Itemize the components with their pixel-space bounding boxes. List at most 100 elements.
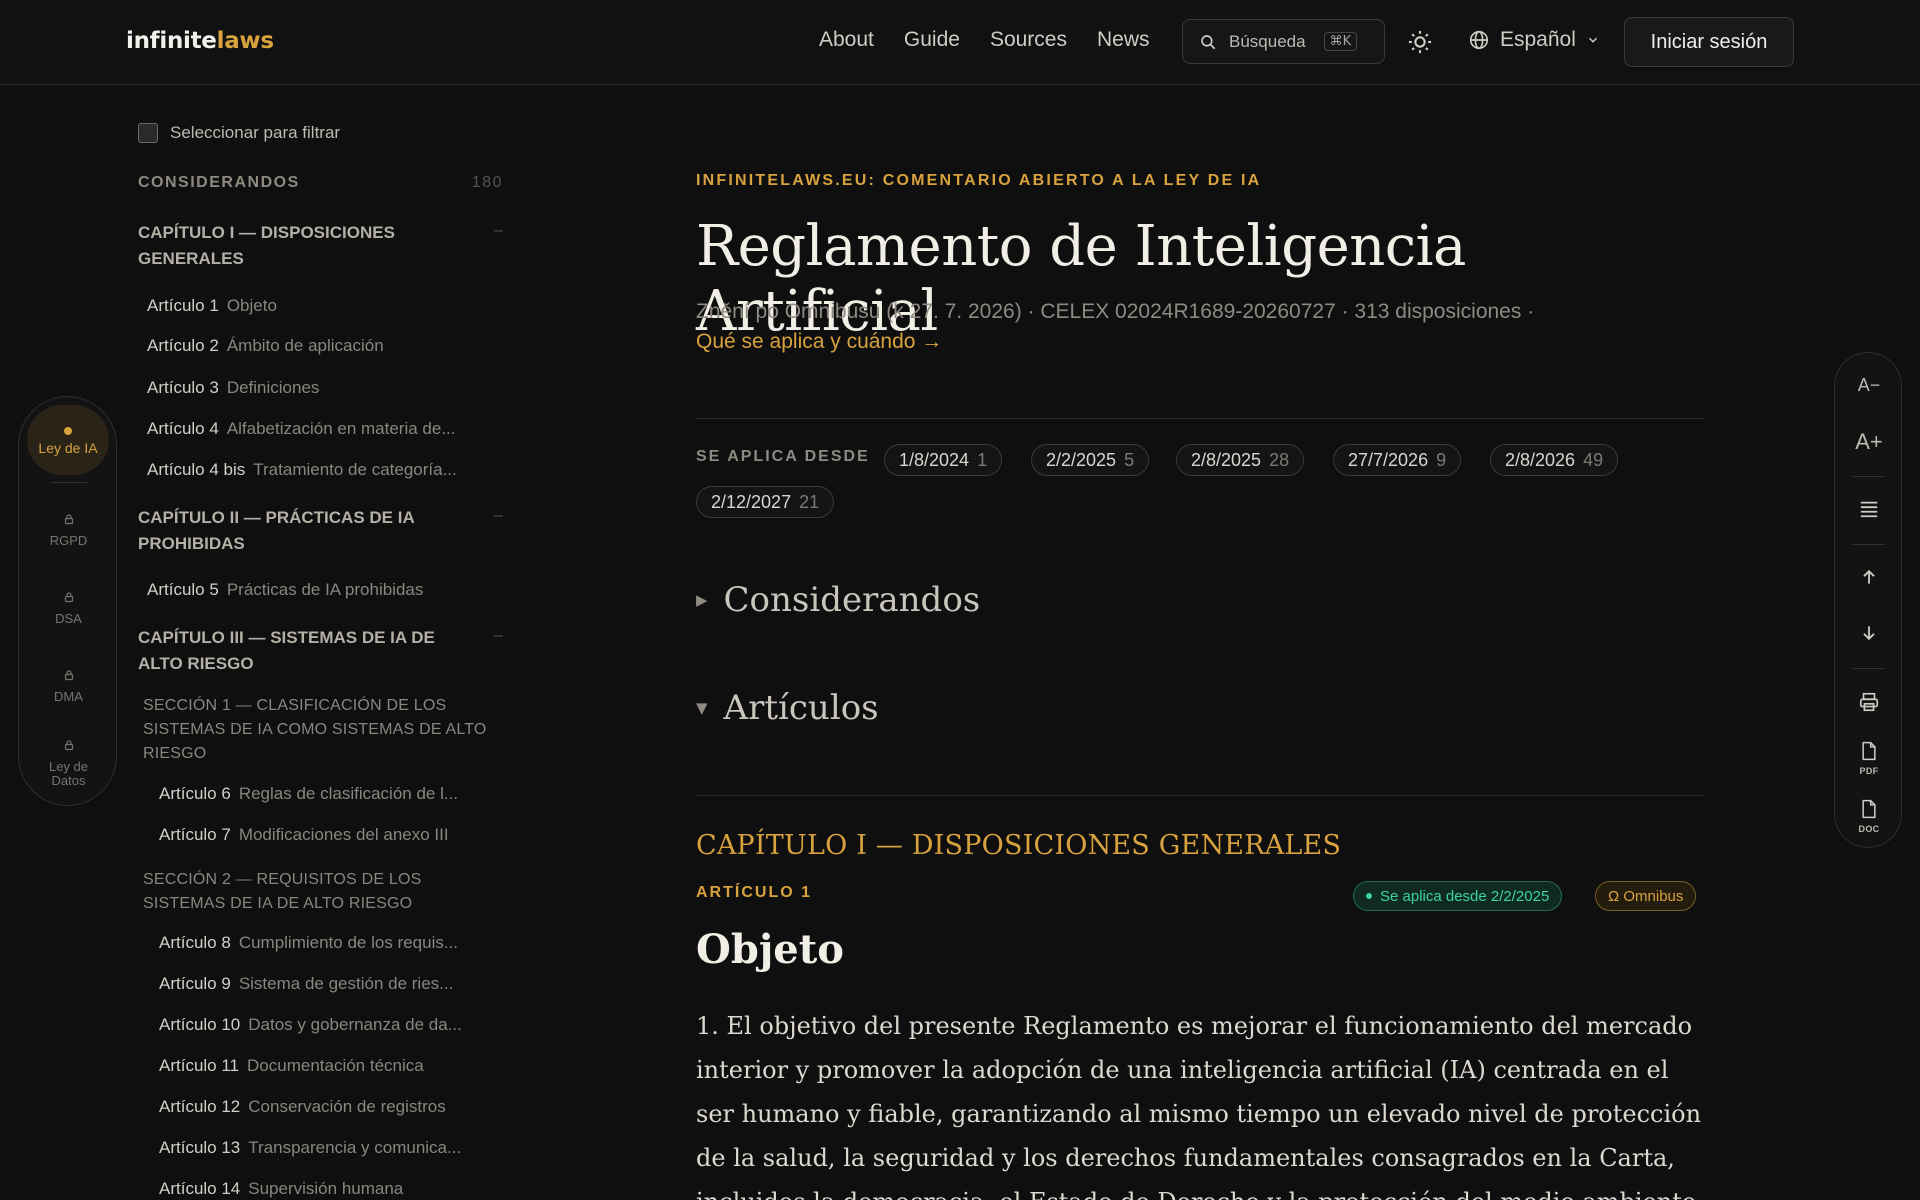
recitals-disclosure[interactable]: ▶ Considerandos	[696, 580, 980, 620]
logo[interactable]: infinitelaws	[126, 28, 274, 54]
what-applies-link[interactable]: Qué se aplica y cuándo →	[696, 330, 942, 354]
date-chip[interactable]: 2/2/2025 5	[1031, 444, 1150, 476]
lock-icon	[64, 514, 73, 525]
divider	[696, 795, 1704, 796]
collapse-toggle[interactable]: –	[494, 222, 503, 240]
rail-item-data-act[interactable]: Ley de Datos	[19, 739, 118, 788]
article-title: Conservación de registros	[248, 1097, 446, 1116]
toc-article[interactable]: Artículo 7 Modificaciones del anexo III	[159, 825, 508, 845]
rail-item-ai-act[interactable]: Ley de IA	[27, 405, 109, 475]
chip-count: 21	[799, 491, 820, 512]
print-button[interactable]	[1835, 691, 1903, 718]
collapse-toggle[interactable]: –	[494, 507, 503, 525]
article-title: Modificaciones del anexo III	[238, 825, 449, 844]
caret-down-icon: ▼	[696, 699, 708, 717]
toc-article[interactable]: Artículo 5 Prácticas de IA prohibidas	[147, 580, 512, 600]
theme-toggle-button[interactable]	[1406, 28, 1434, 56]
chapter-label: CAPÍTULO II — PRÁCTICAS DE IA PROHIBIDAS	[138, 508, 415, 553]
login-button[interactable]: Iniciar sesión	[1624, 17, 1794, 67]
toc-article[interactable]: Artículo 14 Supervisión humana	[159, 1179, 508, 1199]
article-title: Transparencia y comunica...	[248, 1138, 462, 1157]
toc-article[interactable]: Artículo 2 Ámbito de aplicación	[147, 336, 512, 356]
article-title: Datos y gobernanza de da...	[248, 1015, 462, 1034]
nav-guide[interactable]: Guide	[904, 28, 960, 52]
nav-sources[interactable]: Sources	[990, 28, 1067, 52]
recitals-count: 180	[471, 174, 503, 191]
font-increase-button[interactable]: A+	[1835, 429, 1903, 455]
article-number: Artículo 9	[159, 974, 231, 993]
toc-article[interactable]: Artículo 11 Documentación técnica	[159, 1056, 508, 1076]
law-switcher-rail: Ley de IA RGPD DSA DMA Ley de Datos	[18, 396, 117, 806]
toc-section-2[interactable]: SECCIÓN 2 — REQUISITOS DE LOS SISTEMAS D…	[143, 868, 463, 916]
chip-count: 28	[1269, 449, 1290, 470]
language-selector[interactable]: Español	[1468, 28, 1600, 52]
filter-toggle[interactable]: Seleccionar para filtrar	[138, 110, 508, 156]
chip-count: 5	[1124, 449, 1135, 470]
rail-item-dsa[interactable]: DSA	[19, 591, 118, 626]
table-of-contents: Seleccionar para filtrar CONSIDERANDOS 1…	[138, 110, 508, 1198]
toc-article[interactable]: Artículo 4 bis Tratamiento de categoría..…	[147, 460, 509, 480]
lock-icon	[64, 670, 73, 681]
toc-section-1[interactable]: SECCIÓN 1 — CLASIFICACIÓN DE LOS SISTEMA…	[143, 694, 508, 766]
font-decrease-label: A−	[1857, 375, 1881, 395]
rail-item-label: DSA	[55, 611, 82, 626]
article-number: Artículo 5	[147, 580, 219, 599]
toc-article[interactable]: Artículo 10 Datos y gobernanza de da...	[159, 1015, 508, 1035]
toc-article[interactable]: Artículo 9 Sistema de gestión de ries...	[159, 974, 508, 994]
toc-article[interactable]: Artículo 8 Cumplimiento de los requis...	[159, 933, 508, 953]
toc-recitals[interactable]: CONSIDERANDOS 180	[138, 174, 503, 192]
article-title: Tratamiento de categoría...	[253, 460, 457, 479]
nav-news[interactable]: News	[1097, 28, 1150, 52]
toc-article[interactable]: Artículo 3 Definiciones	[147, 378, 512, 398]
omnibus-badge[interactable]: Ω Omnibus	[1595, 881, 1697, 911]
article-number: Artículo 3	[147, 378, 219, 397]
filter-checkbox[interactable]	[138, 123, 158, 143]
line-spacing-button[interactable]	[1835, 499, 1903, 524]
article-number: Artículo 4	[147, 419, 219, 438]
rail-item-label: RGPD	[49, 533, 88, 548]
nav-about[interactable]: About	[819, 28, 874, 52]
search-button[interactable]: Búsqueda ⌘K	[1182, 19, 1385, 64]
chip-date: 2/12/2027	[711, 491, 792, 512]
chip-count: 9	[1436, 449, 1447, 470]
article-title: Sistema de gestión de ries...	[238, 974, 454, 993]
chip-date: 27/7/2026	[1348, 449, 1429, 470]
download-pdf-button[interactable]: PDF	[1835, 741, 1903, 776]
chip-count: 1	[977, 449, 988, 470]
logo-text-accent: laws	[216, 28, 274, 54]
filter-label: Seleccionar para filtrar	[170, 123, 341, 142]
article-number: Artículo 6	[159, 784, 231, 803]
font-decrease-button[interactable]: A−	[1835, 375, 1903, 396]
collapse-toggle[interactable]: –	[494, 627, 503, 645]
date-chip[interactable]: 27/7/2026 9	[1333, 444, 1462, 476]
lock-icon	[64, 592, 73, 603]
article-title: Alfabetización en materia de...	[226, 419, 456, 438]
toc-article[interactable]: Artículo 12 Conservación de registros	[159, 1097, 508, 1117]
page-eyebrow: INFINITELAWS.EU: COMENTARIO ABIERTO A LA…	[696, 172, 1262, 189]
rail-item-dma[interactable]: DMA	[19, 669, 118, 704]
printer-icon	[1859, 692, 1879, 712]
toc-article[interactable]: Artículo 13 Transparencia y comunica...	[159, 1138, 508, 1158]
toc-chapter-3[interactable]: CAPÍTULO III — SISTEMAS DE IA DE ALTO RI…	[138, 625, 508, 677]
article-number: Artículo 7	[159, 825, 231, 844]
arrow-down-icon	[1863, 626, 1875, 641]
pdf-label: PDF	[1859, 766, 1879, 776]
articles-disclosure[interactable]: ▼ Artículos	[696, 688, 879, 728]
toc-chapter-1[interactable]: CAPÍTULO I — DISPOSICIONES GENERALES –	[138, 220, 508, 272]
rail-item-gdpr[interactable]: RGPD	[19, 513, 118, 548]
toc-chapter-2[interactable]: CAPÍTULO II — PRÁCTICAS DE IA PROHIBIDAS…	[138, 505, 508, 557]
date-chip[interactable]: 2/8/2026 49	[1490, 444, 1619, 476]
file-icon	[1862, 741, 1876, 761]
toc-article[interactable]: Artículo 6 Reglas de clasificación de l..…	[159, 784, 508, 804]
recitals-label: CONSIDERANDOS	[138, 174, 300, 191]
scroll-down-button[interactable]	[1835, 623, 1903, 648]
toc-article[interactable]: Artículo 1 Objeto	[147, 296, 512, 316]
scroll-up-button[interactable]	[1835, 567, 1903, 592]
download-doc-button[interactable]: DOC	[1835, 799, 1903, 834]
date-chip[interactable]: 2/8/2025 28	[1176, 444, 1305, 476]
toc-article[interactable]: Artículo 4 Alfabetización en materia de..…	[147, 419, 509, 439]
article-title: Objeto	[226, 296, 277, 315]
date-chip[interactable]: 1/8/2024 1	[884, 444, 1003, 476]
search-label: Búsqueda	[1229, 31, 1306, 51]
date-chip[interactable]: 2/12/2027 21	[696, 486, 835, 518]
